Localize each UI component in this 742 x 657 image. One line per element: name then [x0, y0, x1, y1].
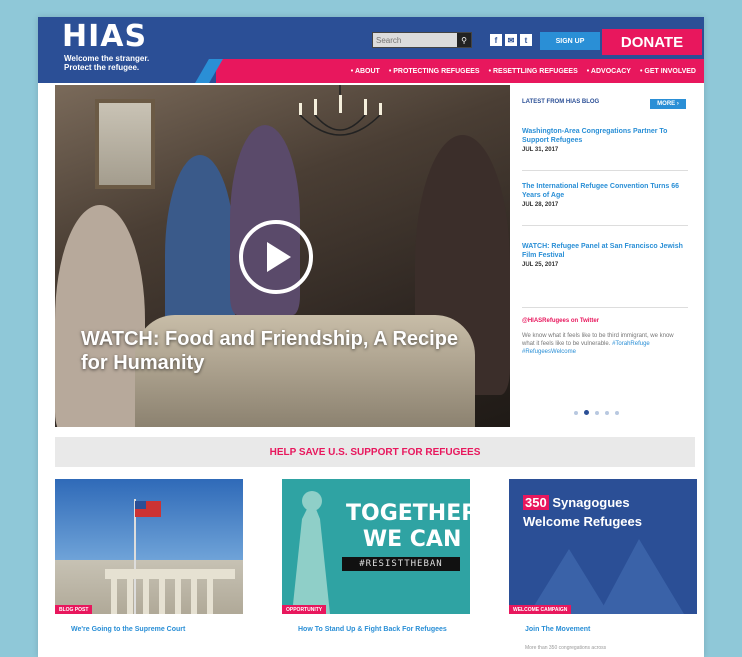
more-button[interactable]: MORE ›	[650, 99, 686, 109]
card-supreme-court[interactable]: BLOG POST We're Going to the Supreme Cou…	[55, 479, 243, 657]
carousel-prev-dot[interactable]	[574, 410, 578, 415]
divider	[522, 170, 688, 171]
search-box: ⚲	[372, 32, 472, 48]
hero-window-decor	[95, 99, 155, 189]
carousel-dot[interactable]	[595, 410, 599, 415]
hero-video[interactable]: WATCH: Food and Friendship, A Recipe for…	[55, 85, 510, 427]
blog-post[interactable]: Washington-Area Congregations Partner To…	[522, 127, 690, 153]
card-title[interactable]: Join The Movement	[525, 625, 685, 634]
card-tag: OPPORTUNITY	[282, 605, 327, 614]
card-title[interactable]: We're Going to the Supreme Court	[71, 625, 231, 634]
resist-the-ban-label: #RESISTTHEBAN	[342, 557, 460, 571]
tagline-line-2: Protect the refugee.	[64, 63, 140, 72]
nav-item-about[interactable]: • ABOUT	[351, 68, 380, 75]
card-join-movement[interactable]: 350 Synagogues Welcome Refugees WELCOME …	[509, 479, 697, 657]
tagline-line-1: Welcome the stranger.	[64, 54, 150, 63]
blog-post-title[interactable]: The International Refugee Convention Tur…	[522, 182, 690, 200]
card-title[interactable]: How To Stand Up & Fight Back For Refugee…	[298, 625, 458, 634]
carousel-dot-active[interactable]	[584, 410, 589, 415]
tweet-text: We know what it feels like to be third i…	[522, 332, 686, 356]
image-text-line-2: Welcome Refugees	[523, 514, 642, 529]
carousel-next-dot[interactable]	[615, 410, 619, 415]
facebook-icon[interactable]: f	[490, 34, 502, 46]
synagogues-headline: 350 Synagogues Welcome Refugees	[523, 493, 642, 531]
chandelier-image	[299, 85, 382, 136]
supreme-court-image	[105, 499, 235, 614]
nav-item-resettling-refugees[interactable]: • RESETTLING REFUGEES	[489, 68, 578, 75]
image-text-line-1: TOGETHER	[346, 501, 470, 526]
blog-post[interactable]: The International Refugee Convention Tur…	[522, 182, 690, 208]
person-silhouette	[55, 205, 145, 427]
blog-post[interactable]: WATCH: Refugee Panel at San Francisco Je…	[522, 242, 690, 268]
synagogue-count: 350	[523, 495, 549, 510]
card-image-headline: TOGETHER WE CAN	[346, 501, 470, 553]
blog-post-title[interactable]: Washington-Area Congregations Partner To…	[522, 127, 690, 145]
twitter-icon[interactable]: t	[520, 34, 532, 46]
carousel-dot[interactable]	[605, 410, 609, 415]
card-excerpt: More than 350 congregations across	[525, 645, 607, 651]
blog-post-title[interactable]: WATCH: Refugee Panel at San Francisco Je…	[522, 242, 690, 260]
nav-item-advocacy[interactable]: • ADVOCACY	[587, 68, 631, 75]
blog-heading: LATEST FROM HIAS BLOG	[522, 99, 600, 105]
play-icon[interactable]	[239, 220, 313, 294]
search-input[interactable]	[373, 33, 457, 47]
twitter-heading[interactable]: @HIASRefugees on Twitter	[522, 318, 599, 324]
card-tag: BLOG POST	[55, 605, 93, 614]
sidebar: LATEST FROM HIAS BLOG MORE › Washington-…	[514, 85, 698, 427]
blog-post-date: JUL 28, 2017	[522, 202, 559, 208]
blog-post-date: JUL 31, 2017	[522, 147, 559, 153]
card-image[interactable]	[55, 479, 243, 614]
card-image[interactable]: TOGETHER WE CAN #RESISTTHEBAN	[282, 479, 470, 614]
search-icon[interactable]: ⚲	[457, 33, 471, 47]
nav-stripe	[195, 59, 223, 83]
card-tag: WELCOME CAMPAIGN	[509, 605, 572, 614]
divider	[522, 225, 688, 226]
email-icon[interactable]: ✉	[505, 34, 517, 46]
tweet-body: We know what it feels like to be third i…	[522, 333, 674, 347]
nav-item-protecting-refugees[interactable]: • PROTECTING REFUGEES	[389, 68, 480, 75]
card-stand-up[interactable]: TOGETHER WE CAN #RESISTTHEBAN OPPORTUNIT…	[282, 479, 470, 657]
social-icons: f ✉ t	[490, 34, 532, 46]
nav-item-get-involved[interactable]: • GET INVOLVED	[640, 68, 696, 75]
blog-post-date: JUL 25, 2017	[522, 262, 559, 268]
divider	[522, 307, 688, 308]
site-header: HIAS Welcome the stranger. Protect the r…	[38, 17, 704, 83]
main-nav: • ABOUT • PROTECTING REFUGEES • RESETTLI…	[195, 59, 704, 83]
card-image[interactable]: 350 Synagogues Welcome Refugees	[509, 479, 697, 614]
browser-page: HIAS Welcome the stranger. Protect the r…	[38, 17, 704, 657]
signup-button[interactable]: SIGN UP	[540, 32, 600, 50]
image-text-line-2: WE CAN	[362, 527, 462, 552]
hero-title[interactable]: WATCH: Food and Friendship, A Recipe for…	[81, 327, 481, 375]
hias-logo[interactable]: HIAS	[62, 21, 147, 53]
support-banner[interactable]: HELP SAVE U.S. SUPPORT FOR REFUGEES	[55, 437, 695, 467]
carousel-dots	[574, 410, 619, 415]
image-text-line-1: Synagogues	[552, 495, 630, 510]
donate-button[interactable]: DONATE	[602, 29, 702, 55]
tagline: Welcome the stranger. Protect the refuge…	[64, 54, 184, 72]
